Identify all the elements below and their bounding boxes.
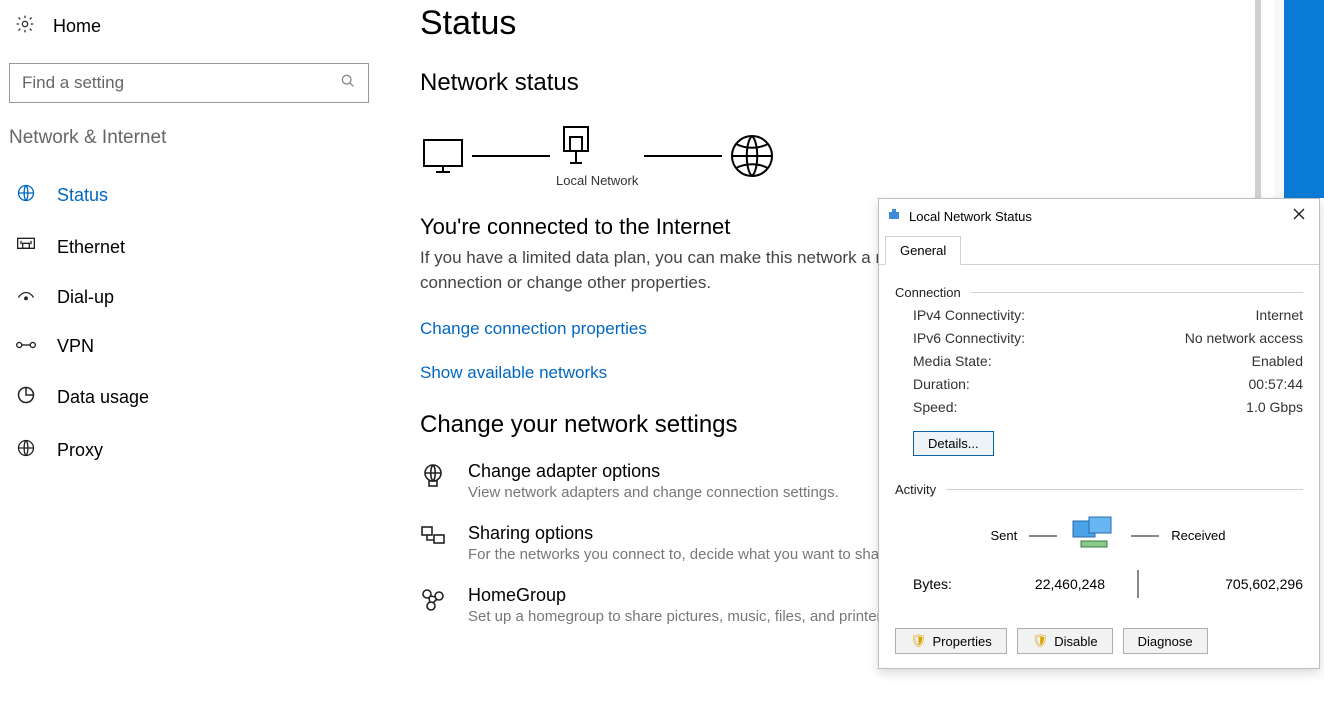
- sharing-icon: [420, 523, 450, 563]
- sidebar-item-label: Status: [57, 185, 108, 206]
- local-network-status-dialog: Local Network Status General Connection …: [878, 198, 1320, 669]
- activity-group: Activity: [895, 482, 1303, 497]
- home-nav[interactable]: Home: [9, 4, 389, 51]
- sidebar-item-label: VPN: [57, 336, 94, 357]
- sidebar-item-datausage[interactable]: Data usage: [9, 371, 389, 424]
- setting-title: Change adapter options: [468, 461, 839, 482]
- connection-group: Connection: [895, 285, 1303, 300]
- scrollbar[interactable]: [1255, 0, 1261, 198]
- dialup-icon: [15, 287, 37, 308]
- sidebar-item-label: Ethernet: [57, 237, 125, 258]
- search-icon: [340, 73, 356, 94]
- network-diagram: Local Network: [420, 123, 1264, 188]
- setting-title: HomeGroup: [468, 585, 893, 606]
- row-ipv4: IPv4 Connectivity:Internet: [913, 307, 1303, 323]
- bytes-sent: 22,460,248: [973, 576, 1105, 592]
- pc-icon: [420, 136, 466, 176]
- row-media: Media State:Enabled: [913, 353, 1303, 369]
- diagram-caption: Local Network: [556, 173, 638, 188]
- properties-button[interactable]: 🛡 Properties: [895, 628, 1007, 654]
- sidebar-item-label: Data usage: [57, 387, 149, 408]
- sidebar-item-dialup[interactable]: Dial-up: [9, 273, 389, 322]
- datausage-icon: [15, 385, 37, 410]
- sidebar-item-vpn[interactable]: VPN: [9, 322, 389, 371]
- bytes-row: Bytes: 22,460,248 705,602,296: [913, 570, 1303, 598]
- sidebar-item-status[interactable]: Status: [9, 169, 389, 222]
- disable-button[interactable]: 🛡 Disable: [1017, 628, 1113, 654]
- router-icon: Local Network: [556, 123, 638, 188]
- search-placeholder: Find a setting: [22, 73, 340, 93]
- row-ipv6: IPv6 Connectivity:No network access: [913, 330, 1303, 346]
- proxy-icon: [15, 438, 37, 463]
- homegroup-icon: [420, 585, 450, 625]
- bytes-label: Bytes:: [913, 576, 973, 592]
- activity-diagram: Sent Received: [913, 515, 1303, 556]
- home-label: Home: [53, 16, 101, 37]
- setting-title: Sharing options: [468, 523, 897, 544]
- activity-computers-icon: [1069, 515, 1119, 556]
- close-button[interactable]: [1289, 203, 1309, 229]
- ethernet-icon: [15, 236, 37, 259]
- category-heading: Network & Internet: [9, 127, 389, 149]
- sidebar-item-proxy[interactable]: Proxy: [9, 424, 389, 477]
- window-edge: [1282, 0, 1324, 198]
- bytes-received: 705,602,296: [1171, 576, 1303, 592]
- status-icon: [15, 183, 37, 208]
- shield-icon: 🛡: [1032, 633, 1049, 649]
- settings-sidebar: Home Find a setting Network & Internet S…: [9, 0, 389, 477]
- setting-desc: For the networks you connect to, decide …: [468, 546, 897, 563]
- sidebar-item-ethernet[interactable]: Ethernet: [9, 222, 389, 273]
- diagnose-button[interactable]: Diagnose: [1123, 628, 1208, 654]
- row-duration: Duration:00:57:44: [913, 376, 1303, 392]
- sidebar-item-label: Proxy: [57, 440, 103, 461]
- row-speed: Speed:1.0 Gbps: [913, 399, 1303, 415]
- globe-icon: [728, 132, 776, 180]
- received-label: Received: [1171, 528, 1225, 543]
- vpn-icon: [15, 336, 37, 357]
- dialog-tabs: General: [879, 233, 1319, 265]
- adapter-icon: [420, 461, 450, 501]
- tab-general[interactable]: General: [885, 236, 961, 265]
- shield-icon: 🛡: [910, 633, 927, 649]
- gear-icon: [15, 14, 35, 39]
- setting-desc: View network adapters and change connect…: [468, 484, 839, 501]
- sidebar-item-label: Dial-up: [57, 287, 114, 308]
- network-status-heading: Network status: [420, 69, 1264, 97]
- sent-label: Sent: [991, 528, 1018, 543]
- dialog-titlebar[interactable]: Local Network Status: [879, 199, 1319, 233]
- search-input[interactable]: Find a setting: [9, 63, 369, 103]
- network-adapter-icon: [887, 208, 901, 225]
- page-title: Status: [420, 4, 1264, 43]
- dialog-title: Local Network Status: [909, 209, 1289, 224]
- setting-desc: Set up a homegroup to share pictures, mu…: [468, 608, 893, 625]
- details-button[interactable]: Details...: [913, 431, 994, 456]
